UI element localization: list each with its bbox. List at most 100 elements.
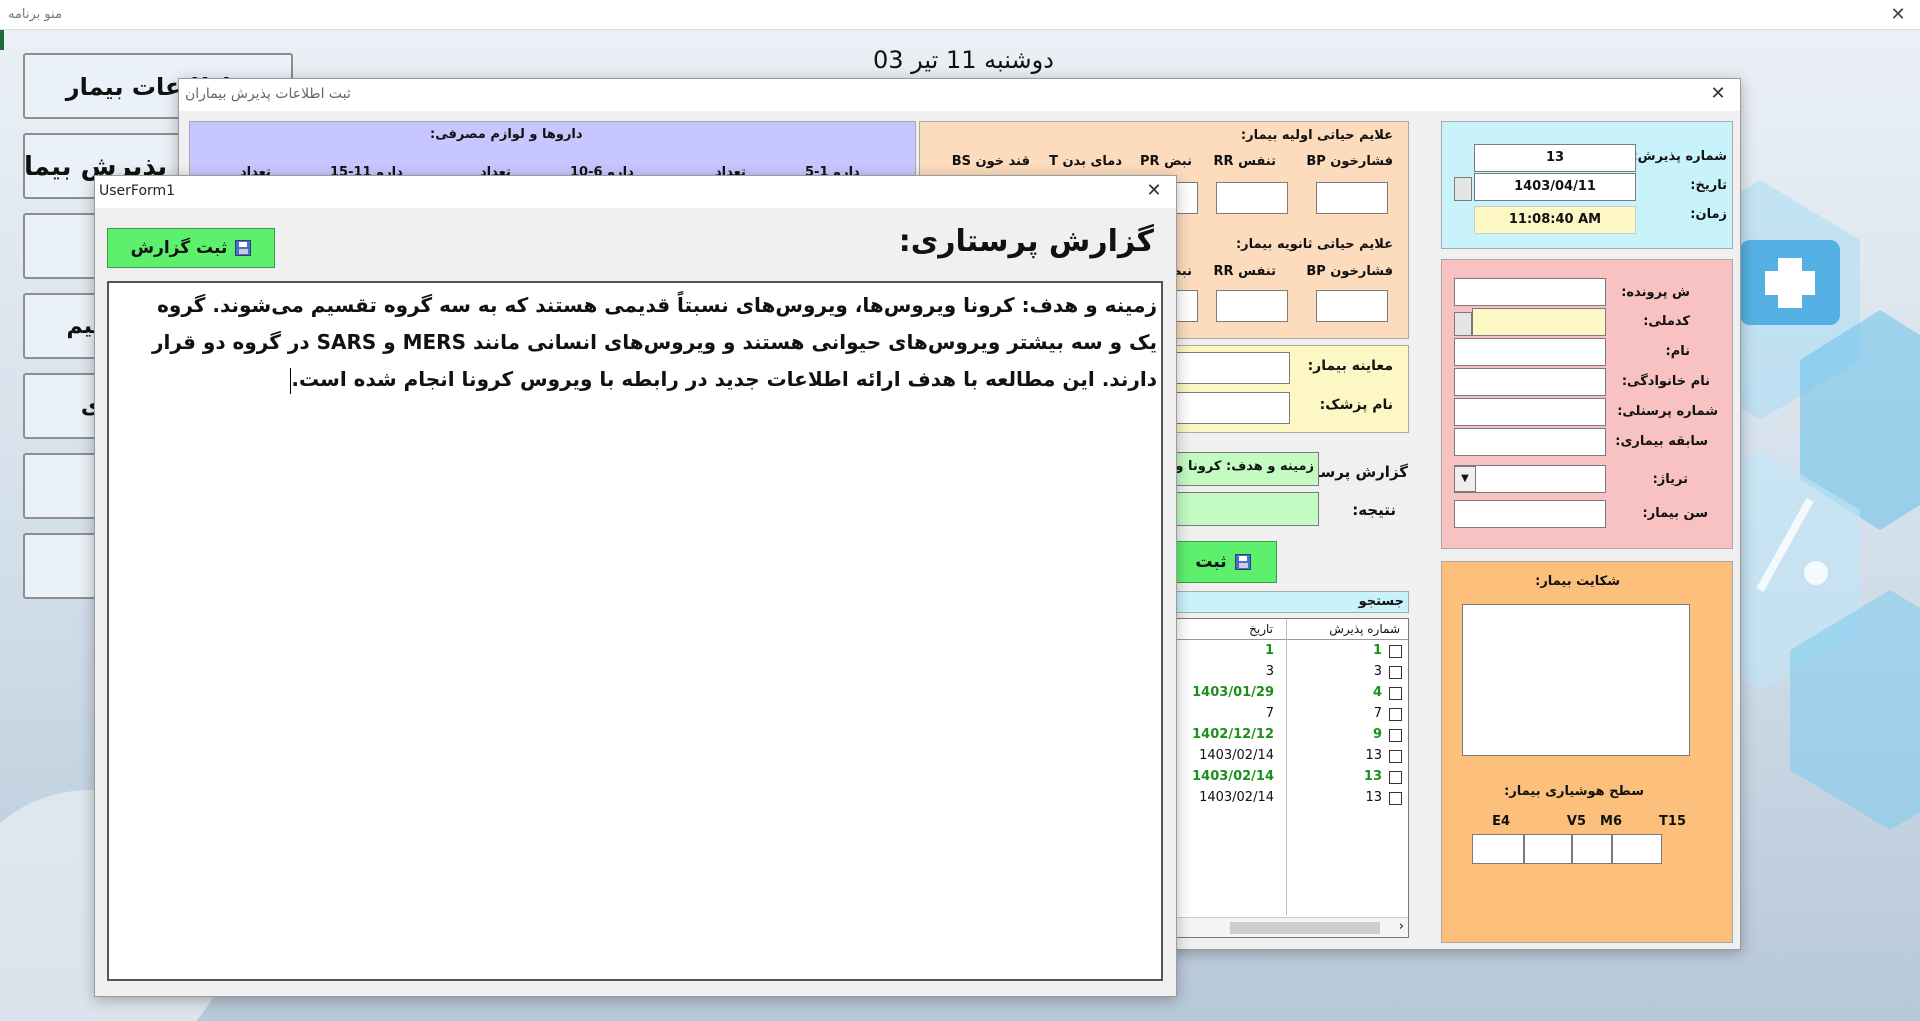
gcs-t15-label: T15	[1659, 814, 1686, 829]
list-header-date: تاریخ	[1249, 622, 1273, 636]
menu-button-6[interactable]	[23, 453, 103, 519]
admission-title-bar: ثبت اطلاعات پذیرش بیماران ✕	[179, 79, 1740, 111]
list-row[interactable]: 4 1403/01/29	[1170, 683, 1408, 704]
row-date: 1403/02/14	[1192, 769, 1274, 784]
list-row[interactable]: 77	[1170, 704, 1408, 725]
date-header: دوشنبه 11 تیر 03	[873, 46, 1054, 74]
chevron-down-icon: ▼	[1461, 473, 1469, 484]
menu-button-4[interactable]: بیم	[23, 293, 103, 359]
vitals1-t-label: دمای بدن T	[1049, 154, 1122, 169]
list-hscrollbar[interactable]: ›	[1170, 917, 1408, 937]
national-id-input[interactable]	[1472, 308, 1606, 336]
row-checkbox[interactable]	[1389, 729, 1402, 742]
patient-info-panel: ش پرونده: کدملی: نام: نام خانوادگی: شمار…	[1441, 259, 1733, 549]
userform-title-bar: UserForm1 ✕	[95, 176, 1176, 208]
row-checkbox[interactable]	[1389, 750, 1402, 763]
list-row[interactable]: 33	[1170, 662, 1408, 683]
nursing-report-textarea[interactable]: زمینه و هدف: کرونا ویروس‌ها، ویروس‌های ن…	[107, 281, 1163, 981]
row-admission-number: 13	[1365, 748, 1382, 763]
vitals1-rr-input[interactable]	[1216, 182, 1288, 214]
vitals1-rr-label: تنفس RR	[1213, 154, 1276, 169]
row-checkbox[interactable]	[1389, 666, 1402, 679]
row-checkbox[interactable]	[1389, 645, 1402, 658]
age-label: سن بیمار:	[1642, 506, 1708, 521]
save-floppy-icon	[1234, 554, 1251, 570]
row-checkbox[interactable]	[1389, 708, 1402, 721]
last-name-input[interactable]	[1454, 368, 1606, 396]
report-summary-field[interactable]: زمینه و هدف: کرونا ویروس	[1169, 452, 1319, 486]
triage-dropdown-button[interactable]: ▼	[1454, 466, 1476, 492]
row-admission-number: 9	[1372, 727, 1382, 742]
national-id-label: کدملی:	[1643, 314, 1690, 329]
gcs-v5-label: V5	[1566, 814, 1586, 829]
list-row[interactable]: 11	[1170, 641, 1408, 662]
vitals1-bp-label: فشارخون BP	[1306, 154, 1393, 169]
nursing-report-heading: گزارش پرستاری:	[898, 224, 1154, 259]
admission-close-button[interactable]: ✕	[1696, 79, 1740, 109]
save-report-button[interactable]: ثبت گزارش	[107, 228, 275, 268]
row-date: 1	[1264, 643, 1274, 658]
vitals2-bp-input[interactable]	[1316, 290, 1388, 322]
age-input[interactable]	[1454, 500, 1606, 528]
list-row[interactable]: 13 1403/02/14	[1170, 746, 1408, 767]
row-date: 7	[1265, 706, 1274, 721]
list-row[interactable]: 9 1402/12/12	[1170, 725, 1408, 746]
triage-label: تریاژ:	[1652, 472, 1688, 487]
search-label: جستجو	[1358, 594, 1404, 609]
search-bar: جستجو	[1169, 591, 1409, 613]
vitals1-bp-input[interactable]	[1316, 182, 1388, 214]
medical-history-input[interactable]	[1454, 428, 1606, 456]
main-close-button[interactable]: ✕	[1876, 0, 1920, 30]
admission-no-label: شماره پذیرش:	[1632, 149, 1727, 164]
app-title: منو برنامه	[8, 7, 63, 22]
row-checkbox[interactable]	[1389, 687, 1402, 700]
personnel-no-input[interactable]	[1454, 398, 1606, 426]
vitals1-bs-label: قند خون BS	[951, 154, 1030, 169]
row-date: 1403/01/29	[1192, 685, 1274, 700]
gcs-e4-input[interactable]	[1472, 834, 1524, 864]
date-spin-handle[interactable]	[1454, 177, 1472, 201]
userform-close-button[interactable]: ✕	[1132, 176, 1176, 206]
vitals2-rr-input[interactable]	[1216, 290, 1288, 322]
vitals1-title: علایم حیاتی اولیه بیمار:	[1240, 128, 1393, 143]
row-admission-number: 7	[1373, 706, 1382, 721]
national-id-spin[interactable]	[1454, 312, 1472, 336]
triage-select[interactable]	[1454, 465, 1606, 493]
menu-button-7[interactable]	[23, 533, 103, 599]
gcs-m6-input[interactable]	[1572, 834, 1612, 864]
list-row[interactable]: 13 1403/02/14	[1170, 788, 1408, 809]
row-date: 1403/02/14	[1199, 748, 1274, 763]
admission-no-field[interactable]: 13	[1474, 144, 1636, 172]
time-label: زمان:	[1690, 207, 1727, 222]
admission-window-title: ثبت اطلاعات پذیرش بیماران	[185, 86, 351, 102]
meds-panel: داروها و لوازم مصرفی: تعداد دارو 11-15 ت…	[189, 121, 916, 181]
row-date: 1402/12/12	[1192, 727, 1274, 742]
vitals2-title: علایم حیاتی ثانویه بیمار:	[1235, 237, 1393, 252]
list-row[interactable]: 13 1403/02/14	[1170, 767, 1408, 788]
gcs-e4-label: E4	[1492, 814, 1510, 829]
patient-file-input[interactable]	[1454, 278, 1606, 306]
gcs-t15-input[interactable]	[1612, 834, 1662, 864]
row-date: 3	[1265, 664, 1274, 679]
list-header-number: شماره پذیرش	[1329, 622, 1400, 636]
result-field[interactable]	[1169, 492, 1319, 526]
row-checkbox[interactable]	[1389, 771, 1402, 784]
gcs-m6-label: M6	[1600, 814, 1622, 829]
menu-button-3[interactable]	[23, 213, 103, 279]
list-scroll-thumb[interactable]	[1230, 922, 1380, 934]
admission-save-button[interactable]: ثبت	[1169, 541, 1277, 583]
first-name-label: نام:	[1665, 344, 1691, 359]
row-admission-number: 13	[1365, 790, 1382, 805]
menu-button-5[interactable]: ی	[23, 373, 103, 439]
gcs-v5-input[interactable]	[1524, 834, 1572, 864]
date-field[interactable]: 1403/04/11	[1474, 173, 1636, 201]
row-checkbox[interactable]	[1389, 792, 1402, 805]
complaint-panel: شکایت بیمار: سطح هوشیاری بیمار: T15 M6 V…	[1441, 561, 1733, 943]
admission-list[interactable]: شماره پذیرش تاریخ 1 1 3 3 4 1403/01/29 7 7 9 1402…	[1169, 618, 1409, 938]
first-name-input[interactable]	[1454, 338, 1606, 366]
vitals2-rr-label: تنفس RR	[1213, 264, 1276, 279]
vitals2-bp-label: فشارخون BP	[1306, 264, 1393, 279]
scroll-right-icon[interactable]: ›	[1399, 919, 1404, 934]
result-label: نتیجه:	[1352, 501, 1396, 519]
complaint-input[interactable]	[1462, 604, 1690, 756]
